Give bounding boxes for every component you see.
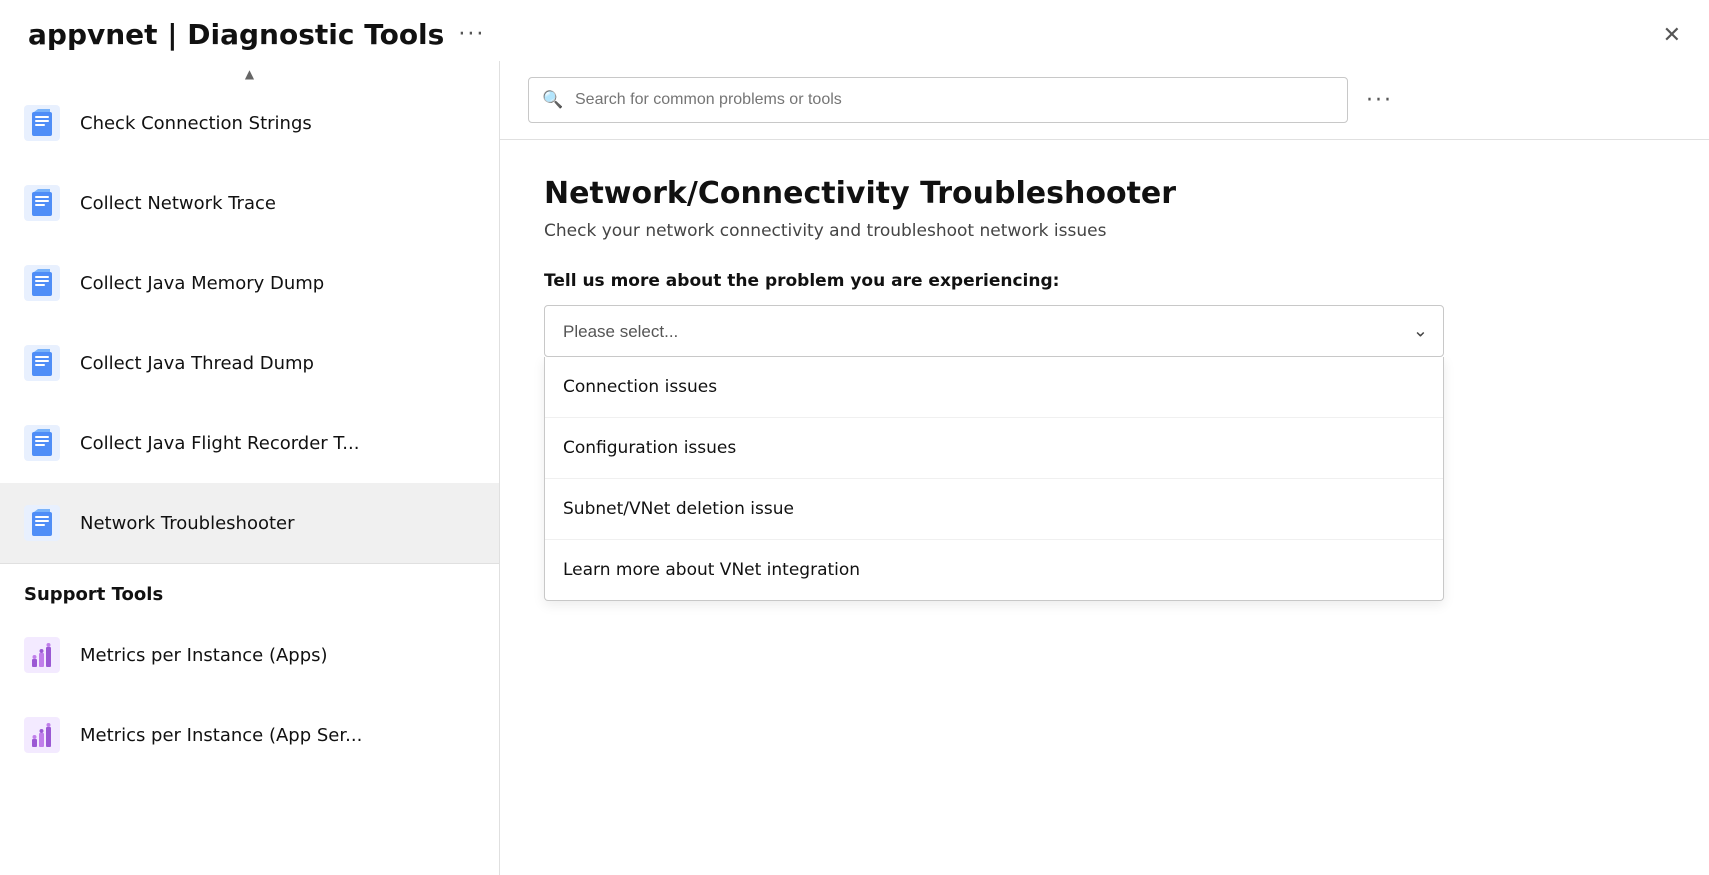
title-more-button[interactable]: ··· bbox=[458, 22, 485, 47]
sidebar-item-label-check-connection-strings: Check Connection Strings bbox=[80, 113, 312, 134]
sidebar-item-metrics-per-instance-app-ser[interactable]: Metrics per Instance (App Ser... bbox=[0, 695, 499, 775]
search-more-button[interactable]: ··· bbox=[1360, 88, 1399, 113]
sidebar: ▲ Check Connection Strings bbox=[0, 61, 500, 875]
dropdown-option-learn-more-vnet[interactable]: Learn more about VNet integration bbox=[545, 540, 1443, 600]
title-bar: appvnet | Diagnostic Tools ··· ✕ bbox=[0, 0, 1709, 61]
sidebar-item-label-network-troubleshooter: Network Troubleshooter bbox=[80, 513, 295, 534]
check-connection-strings-icon bbox=[24, 105, 60, 141]
network-troubleshooter-icon bbox=[24, 505, 60, 541]
dropdown-option-configuration-issues[interactable]: Configuration issues bbox=[545, 418, 1443, 479]
problem-type-select[interactable]: Please select... bbox=[544, 305, 1444, 357]
support-tools-header: Support Tools bbox=[0, 563, 499, 615]
sidebar-item-collect-network-trace[interactable]: Collect Network Trace bbox=[0, 163, 499, 243]
search-icon: 🔍 bbox=[542, 90, 563, 110]
sidebar-item-label-collect-java-thread-dump: Collect Java Thread Dump bbox=[80, 353, 314, 374]
tool-form-label: Tell us more about the problem you are e… bbox=[544, 271, 1665, 291]
sidebar-item-label-metrics-per-instance-apps: Metrics per Instance (Apps) bbox=[80, 645, 328, 666]
sidebar-item-label-collect-java-memory-dump: Collect Java Memory Dump bbox=[80, 273, 324, 294]
sidebar-item-check-connection-strings[interactable]: Check Connection Strings bbox=[0, 83, 499, 163]
close-button[interactable]: ✕ bbox=[1663, 24, 1681, 46]
sidebar-item-label-collect-network-trace: Collect Network Trace bbox=[80, 193, 276, 214]
tool-title: Network/Connectivity Troubleshooter bbox=[544, 176, 1665, 211]
collect-java-flight-recorder-icon bbox=[24, 425, 60, 461]
search-container: 🔍 bbox=[528, 77, 1348, 123]
dropdown-option-connection-issues[interactable]: Connection issues bbox=[545, 357, 1443, 418]
tool-description: Check your network connectivity and trou… bbox=[544, 221, 1665, 241]
sidebar-item-network-troubleshooter[interactable]: Network Troubleshooter bbox=[0, 483, 499, 563]
dropdown-container: Please select... ⌄ bbox=[544, 305, 1444, 357]
title-bar-left: appvnet | Diagnostic Tools ··· bbox=[28, 18, 485, 51]
dropdown-option-subnet-vnet-deletion[interactable]: Subnet/VNet deletion issue bbox=[545, 479, 1443, 540]
sidebar-scroll-top: ▲ bbox=[0, 61, 499, 83]
dropdown-menu: Connection issues Configuration issues S… bbox=[544, 357, 1444, 601]
sidebar-item-label-collect-java-flight-recorder: Collect Java Flight Recorder T... bbox=[80, 433, 359, 454]
collect-java-memory-dump-icon bbox=[24, 265, 60, 301]
sidebar-item-collect-java-flight-recorder[interactable]: Collect Java Flight Recorder T... bbox=[0, 403, 499, 483]
sidebar-item-label-metrics-per-instance-app-ser: Metrics per Instance (App Ser... bbox=[80, 725, 362, 746]
collect-network-trace-icon bbox=[24, 185, 60, 221]
collect-java-thread-dump-icon bbox=[24, 345, 60, 381]
page-title: appvnet | Diagnostic Tools bbox=[28, 18, 444, 51]
sidebar-item-metrics-per-instance-apps[interactable]: Metrics per Instance (Apps) bbox=[0, 615, 499, 695]
sidebar-item-collect-java-thread-dump[interactable]: Collect Java Thread Dump bbox=[0, 323, 499, 403]
metrics-per-instance-apps-icon bbox=[24, 637, 60, 673]
search-bar-row: 🔍 ··· bbox=[500, 61, 1709, 140]
scroll-up-arrow[interactable]: ▲ bbox=[245, 67, 254, 81]
search-input[interactable] bbox=[528, 77, 1348, 123]
main-layout: ▲ Check Connection Strings bbox=[0, 61, 1709, 875]
content-area: 🔍 ··· Network/Connectivity Troubleshoote… bbox=[500, 61, 1709, 875]
tool-content: Network/Connectivity Troubleshooter Chec… bbox=[500, 140, 1709, 875]
sidebar-item-collect-java-memory-dump[interactable]: Collect Java Memory Dump bbox=[0, 243, 499, 323]
metrics-per-instance-app-ser-icon bbox=[24, 717, 60, 753]
